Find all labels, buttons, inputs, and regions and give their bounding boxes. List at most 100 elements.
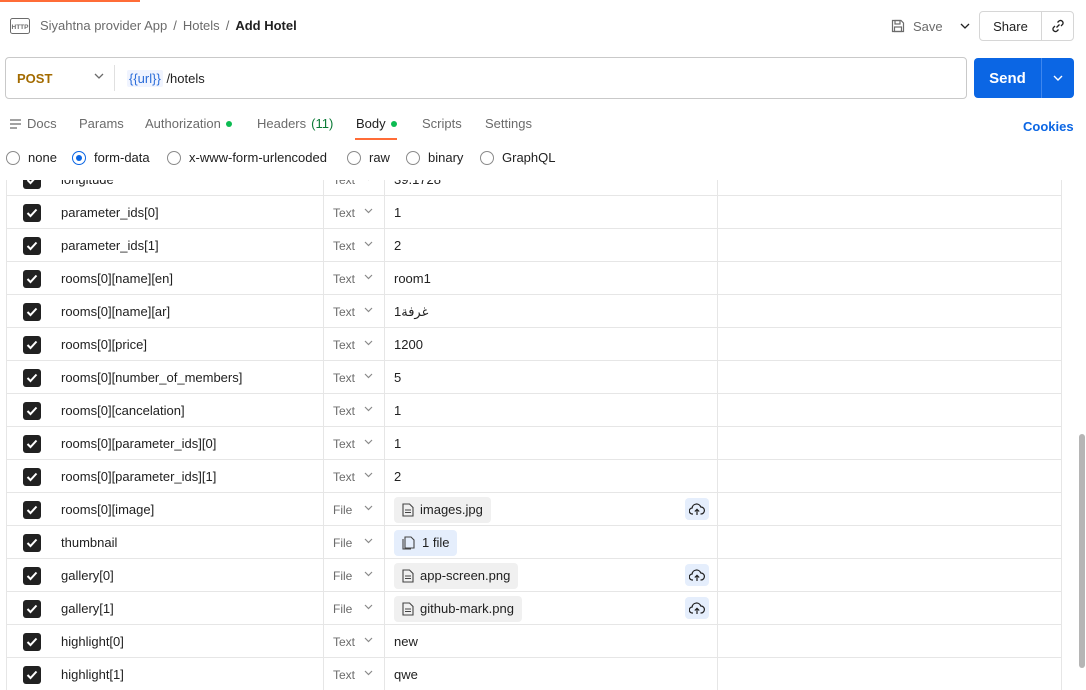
description-input[interactable]: [718, 394, 1061, 427]
type-select[interactable]: Text: [324, 229, 385, 262]
breadcrumb-collection[interactable]: Siyahtna provider App: [40, 18, 167, 33]
tab-scripts[interactable]: Scripts: [422, 116, 462, 131]
cookies-link[interactable]: Cookies: [1023, 119, 1074, 134]
value-input[interactable]: app-screen.png: [385, 559, 718, 592]
radio[interactable]: [480, 150, 494, 165]
type-select[interactable]: Text: [324, 196, 385, 229]
row-checkbox[interactable]: [23, 467, 41, 486]
body-type-urlencoded[interactable]: x-www-form-urlencoded: [167, 150, 327, 165]
type-select[interactable]: Text: [324, 394, 385, 427]
key-input[interactable]: parameter_ids[0]: [57, 196, 324, 229]
description-input[interactable]: [718, 559, 1061, 592]
type-select[interactable]: Text: [324, 658, 385, 690]
value-input[interactable]: 1: [385, 394, 718, 427]
key-input[interactable]: gallery[1]: [57, 592, 324, 625]
value-input[interactable]: 5: [385, 361, 718, 394]
save-button[interactable]: Save: [884, 12, 949, 40]
key-input[interactable]: rooms[0][name][en]: [57, 262, 324, 295]
type-select[interactable]: File: [324, 592, 385, 625]
row-checkbox[interactable]: [23, 368, 41, 387]
description-input[interactable]: [718, 427, 1061, 460]
file-chip[interactable]: 1 file: [394, 529, 458, 556]
upload-button[interactable]: [685, 498, 709, 520]
description-input[interactable]: [718, 526, 1061, 559]
description-input[interactable]: [718, 493, 1061, 526]
radio-selected[interactable]: [72, 150, 86, 165]
value-input[interactable]: 1 file: [385, 526, 718, 559]
row-checkbox[interactable]: [23, 632, 41, 651]
description-input[interactable]: [718, 229, 1061, 262]
tab-settings[interactable]: Settings: [485, 116, 532, 131]
tab-params[interactable]: Params: [79, 116, 124, 131]
share-button[interactable]: Share: [980, 12, 1042, 40]
description-input[interactable]: [718, 460, 1061, 493]
value-input[interactable]: 39.1728: [385, 180, 718, 196]
key-input[interactable]: thumbnail: [57, 526, 324, 559]
row-checkbox[interactable]: [23, 533, 41, 552]
body-type-graphql[interactable]: GraphQL: [480, 150, 555, 165]
row-checkbox[interactable]: [23, 180, 41, 189]
radio[interactable]: [6, 150, 20, 165]
row-checkbox[interactable]: [23, 236, 41, 255]
type-select[interactable]: File: [324, 559, 385, 592]
body-type-form-data[interactable]: form-data: [72, 150, 150, 165]
type-select[interactable]: File: [324, 526, 385, 559]
upload-button[interactable]: [685, 597, 709, 619]
value-input[interactable]: 2: [385, 460, 718, 493]
type-select[interactable]: Text: [324, 262, 385, 295]
row-checkbox[interactable]: [23, 335, 41, 354]
value-input[interactable]: غرفة1: [385, 295, 718, 328]
body-type-binary[interactable]: binary: [406, 150, 463, 165]
row-checkbox[interactable]: [23, 302, 41, 321]
url-input[interactable]: {{url}} /hotels: [127, 69, 205, 87]
value-input[interactable]: room1: [385, 262, 718, 295]
description-input[interactable]: [718, 262, 1061, 295]
description-input[interactable]: [718, 196, 1061, 229]
type-select[interactable]: Text: [324, 295, 385, 328]
type-select[interactable]: Text: [324, 427, 385, 460]
key-input[interactable]: rooms[0][price]: [57, 328, 324, 361]
key-input[interactable]: longitude: [57, 180, 324, 196]
row-checkbox[interactable]: [23, 599, 41, 618]
key-input[interactable]: parameter_ids[1]: [57, 229, 324, 262]
description-input[interactable]: [718, 658, 1061, 690]
description-input[interactable]: [718, 180, 1061, 196]
key-input[interactable]: highlight[0]: [57, 625, 324, 658]
tab-docs[interactable]: Docs: [10, 116, 57, 131]
key-input[interactable]: rooms[0][parameter_ids][1]: [57, 460, 324, 493]
type-select[interactable]: Text: [324, 328, 385, 361]
key-input[interactable]: rooms[0][name][ar]: [57, 295, 324, 328]
row-checkbox[interactable]: [23, 269, 41, 288]
tab-headers[interactable]: Headers (11): [257, 116, 333, 131]
type-select[interactable]: Text: [324, 460, 385, 493]
value-input[interactable]: github-mark.png: [385, 592, 718, 625]
key-input[interactable]: highlight[1]: [57, 658, 324, 690]
description-input[interactable]: [718, 361, 1061, 394]
body-type-raw[interactable]: raw: [347, 150, 390, 165]
row-checkbox[interactable]: [23, 500, 41, 519]
breadcrumb-folder[interactable]: Hotels: [183, 18, 220, 33]
file-chip[interactable]: github-mark.png: [394, 595, 522, 622]
body-type-none[interactable]: none: [6, 150, 57, 165]
key-input[interactable]: rooms[0][image]: [57, 493, 324, 526]
type-select[interactable]: Text: [324, 180, 385, 196]
description-input[interactable]: [718, 625, 1061, 658]
value-input[interactable]: 2: [385, 229, 718, 262]
tab-body[interactable]: Body: [356, 116, 397, 131]
radio[interactable]: [406, 150, 420, 165]
value-input[interactable]: 1: [385, 196, 718, 229]
type-select[interactable]: Text: [324, 625, 385, 658]
upload-button[interactable]: [685, 564, 709, 586]
description-input[interactable]: [718, 592, 1061, 625]
send-options-button[interactable]: [1042, 58, 1074, 98]
vertical-scrollbar[interactable]: [1079, 434, 1085, 668]
key-input[interactable]: rooms[0][cancelation]: [57, 394, 324, 427]
value-input[interactable]: 1200: [385, 328, 718, 361]
row-checkbox[interactable]: [23, 566, 41, 585]
file-chip[interactable]: app-screen.png: [394, 562, 519, 589]
value-input[interactable]: new: [385, 625, 718, 658]
key-input[interactable]: gallery[0]: [57, 559, 324, 592]
value-input[interactable]: 1: [385, 427, 718, 460]
row-checkbox[interactable]: [23, 203, 41, 222]
radio[interactable]: [167, 150, 181, 165]
